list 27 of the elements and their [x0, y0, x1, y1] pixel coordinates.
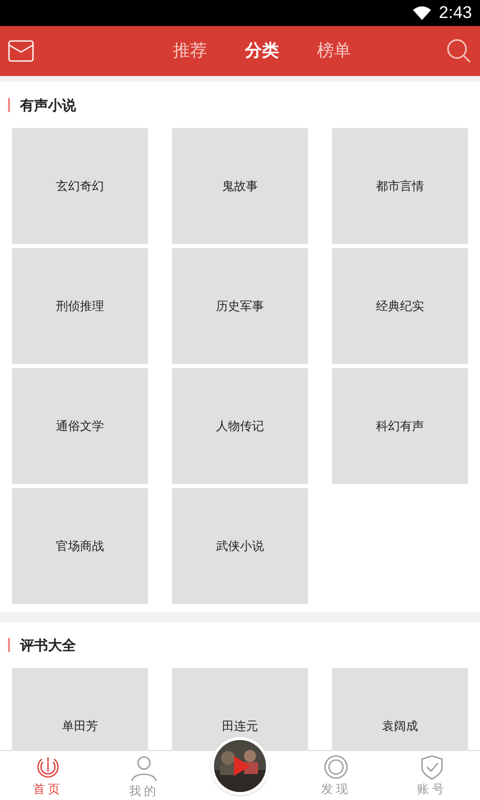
section-title: 评书大全 [20, 636, 76, 654]
nav-tab[interactable]: 首页 [0, 751, 96, 800]
category-tile[interactable]: 武侠小说 [172, 488, 308, 604]
category-tile[interactable]: 袁阔成 [332, 668, 468, 750]
category-tile[interactable]: 田连元 [172, 668, 308, 750]
category-tile[interactable]: 人物传记 [172, 368, 308, 484]
category-tile[interactable]: 玄幻奇幻 [12, 128, 148, 244]
category-tile[interactable]: 经典纪实 [332, 248, 468, 364]
category-tile[interactable]: 官场商战 [12, 488, 148, 604]
home-icon [35, 754, 61, 780]
mail-icon[interactable] [8, 40, 34, 62]
category-tile[interactable]: 刑侦推理 [12, 248, 148, 364]
header-tab[interactable]: 分类 [245, 38, 279, 64]
category-tile[interactable]: 单田芳 [12, 668, 148, 750]
category-tile[interactable]: 历史军事 [172, 248, 308, 364]
search-icon[interactable] [446, 38, 472, 64]
category-tile[interactable]: 鬼故事 [172, 128, 308, 244]
category-tile[interactable]: 都市言情 [332, 128, 468, 244]
wifi-icon [412, 6, 431, 20]
category-tile[interactable]: 科幻有声 [332, 368, 468, 484]
person-icon [130, 754, 158, 782]
clock: 2:43 [438, 2, 472, 24]
shield-check-icon [419, 754, 445, 780]
category-tile[interactable]: 通俗文学 [12, 368, 148, 484]
player-button[interactable] [211, 737, 269, 795]
section-title: 有声小说 [20, 96, 76, 114]
target-icon [323, 754, 349, 780]
